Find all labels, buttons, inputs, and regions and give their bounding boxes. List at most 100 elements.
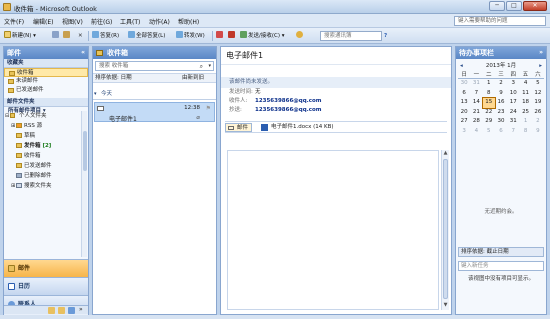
expand-icon[interactable]: ⊞ xyxy=(11,121,15,131)
message-row[interactable]: 12:38 ⚑ 电子邮件1 ⌀ xyxy=(94,102,215,123)
calendar-day[interactable]: 9 xyxy=(495,89,507,99)
chevron-down-icon[interactable]: ▾ xyxy=(208,62,211,70)
calendar-day[interactable]: 28 xyxy=(470,117,482,127)
search-icon[interactable]: ⌕ xyxy=(200,63,203,71)
sort-by-label[interactable]: 排序依据: 日期 xyxy=(95,75,132,81)
menu-file[interactable]: 文件(F) xyxy=(4,17,24,26)
calendar-day[interactable]: 22 xyxy=(483,108,495,118)
address-book-button[interactable] xyxy=(296,31,304,41)
calendar-day[interactable]: 13 xyxy=(458,98,470,108)
calendar-day[interactable]: 11 xyxy=(519,89,531,99)
calendar-day[interactable]: 5 xyxy=(532,79,544,89)
scrollbar-thumb[interactable] xyxy=(443,159,448,299)
collapse-chevron-icon[interactable]: » xyxy=(539,47,543,59)
menu-actions[interactable]: 动作(A) xyxy=(149,17,170,26)
calendar-day[interactable]: 10 xyxy=(507,89,519,99)
follow-up-button[interactable] xyxy=(228,31,236,41)
calendar-day[interactable]: 29 xyxy=(483,117,495,127)
group-header-today[interactable]: ▾ 今天 xyxy=(93,88,216,100)
delete-button[interactable]: ✕ xyxy=(78,31,83,41)
menu-edit[interactable]: 编辑(E) xyxy=(33,17,53,26)
new-button[interactable]: 新建(N) ▾ xyxy=(4,31,36,41)
tree-rss[interactable]: ⊞ RSS 源 xyxy=(4,121,88,131)
tree-outbox[interactable]: 发件箱 [2] xyxy=(4,141,88,151)
configure-buttons-icon[interactable]: » xyxy=(79,306,83,313)
next-month-icon[interactable]: ▸ xyxy=(539,62,542,71)
flag-icon[interactable]: ⚑ xyxy=(206,105,211,112)
calendar-day[interactable]: 31 xyxy=(470,79,482,89)
send-receive-button[interactable]: 发送/接收(C) ▾ xyxy=(240,31,285,41)
calendar-day[interactable]: 1 xyxy=(483,79,495,89)
expand-icon[interactable]: ⊞ xyxy=(11,181,15,191)
scroll-up-icon[interactable]: ▲ xyxy=(442,150,449,158)
folder-tree-scrollbar[interactable] xyxy=(81,111,87,257)
calendar-day[interactable]: 8 xyxy=(483,89,495,99)
help-search-input[interactable]: 键入需要帮助的问题 xyxy=(454,16,546,26)
calendar-day[interactable]: 5 xyxy=(483,127,495,137)
prev-month-icon[interactable]: ◂ xyxy=(460,62,463,71)
attachment-file[interactable]: 电子邮件1.docx (14 KB) xyxy=(261,122,334,133)
calendar-day[interactable]: 6 xyxy=(458,89,470,99)
calendar-day[interactable]: 2 xyxy=(532,117,544,127)
calendar-day[interactable]: 20 xyxy=(458,108,470,118)
calendar-day[interactable]: 30 xyxy=(458,79,470,89)
notes-icon[interactable] xyxy=(48,307,55,314)
menu-help[interactable]: 帮助(H) xyxy=(178,17,199,26)
calendar-day[interactable]: 6 xyxy=(495,127,507,137)
favorite-inbox[interactable]: 收件箱 xyxy=(4,68,88,77)
calendar-day[interactable]: 7 xyxy=(507,127,519,137)
calendar-day[interactable]: 16 xyxy=(495,98,507,108)
shortcuts-icon[interactable] xyxy=(68,307,75,314)
calendar-day[interactable]: 31 xyxy=(507,117,519,127)
tree-inbox[interactable]: 收件箱 xyxy=(4,151,88,161)
menu-view[interactable]: 视图(V) xyxy=(62,17,83,26)
calendar-day[interactable]: 26 xyxy=(532,108,544,118)
contact-search-input[interactable]: 搜索通讯簿 xyxy=(320,31,382,41)
calendar-day[interactable]: 27 xyxy=(458,117,470,127)
calendar-day[interactable]: 23 xyxy=(495,108,507,118)
close-button[interactable]: ✕ xyxy=(523,1,547,11)
calendar-day[interactable]: 8 xyxy=(519,127,531,137)
cc-link[interactable]: 1235639866@qq.com xyxy=(255,107,322,113)
move-button[interactable] xyxy=(63,31,71,41)
nav-button-mail[interactable]: 邮件 xyxy=(4,259,88,277)
tree-sent[interactable]: 已发送邮件 xyxy=(4,161,88,171)
calendar-day[interactable]: 2 xyxy=(495,79,507,89)
calendar-day[interactable]: 18 xyxy=(519,98,531,108)
reading-scrollbar[interactable]: ▲ ▼ xyxy=(441,150,449,310)
menu-go[interactable]: 前往(G) xyxy=(91,17,112,26)
new-task-input[interactable]: 键入新任务 xyxy=(458,261,544,271)
reply-all-button[interactable]: 全部答复(L) xyxy=(128,31,165,41)
calendar-day[interactable]: 3 xyxy=(507,79,519,89)
calendar-day[interactable]: 15 xyxy=(481,97,496,109)
calendar-day[interactable]: 24 xyxy=(507,108,519,118)
calendar-day[interactable]: 14 xyxy=(470,98,482,108)
calendar-day[interactable]: 4 xyxy=(470,127,482,137)
tree-personal-folders[interactable]: ⊟ 个人文件夹 xyxy=(4,111,88,121)
calendar-day[interactable]: 25 xyxy=(519,108,531,118)
nav-button-calendar[interactable]: 日历 xyxy=(4,277,88,295)
maximize-button[interactable]: □ xyxy=(506,1,522,11)
calendar-day[interactable]: 9 xyxy=(532,127,544,137)
collapse-chevron-icon[interactable]: « xyxy=(81,47,85,59)
task-sort-bar[interactable]: 排序依据: 截止日期 xyxy=(458,247,544,257)
sort-bar[interactable]: 排序依据: 日期 由新到旧 xyxy=(93,73,216,83)
calendar-day[interactable]: 12 xyxy=(532,89,544,99)
message-tab[interactable]: 邮件 xyxy=(225,123,253,132)
calendar-day[interactable]: 7 xyxy=(470,89,482,99)
folder-list-icon[interactable] xyxy=(58,307,65,314)
calendar-day[interactable]: 17 xyxy=(507,98,519,108)
forward-button[interactable]: 转发(W) xyxy=(176,31,205,41)
calendar-day[interactable]: 21 xyxy=(470,108,482,118)
message-body[interactable] xyxy=(227,150,439,310)
scrollbar-thumb[interactable] xyxy=(83,131,87,171)
collapse-group-icon[interactable]: ▾ xyxy=(94,88,97,100)
collapse-icon[interactable]: ⊟ xyxy=(5,111,9,121)
menu-tools[interactable]: 工具(T) xyxy=(120,17,140,26)
calendar-day[interactable]: 1 xyxy=(519,117,531,127)
help-button[interactable]: ? xyxy=(384,31,387,41)
sort-order[interactable]: 由新到旧 xyxy=(182,74,204,83)
scroll-down-icon[interactable]: ▼ xyxy=(442,302,449,310)
reply-button[interactable]: 答复(R) xyxy=(92,31,119,41)
tree-search-folders[interactable]: ⊞ 搜索文件夹 xyxy=(4,181,88,191)
